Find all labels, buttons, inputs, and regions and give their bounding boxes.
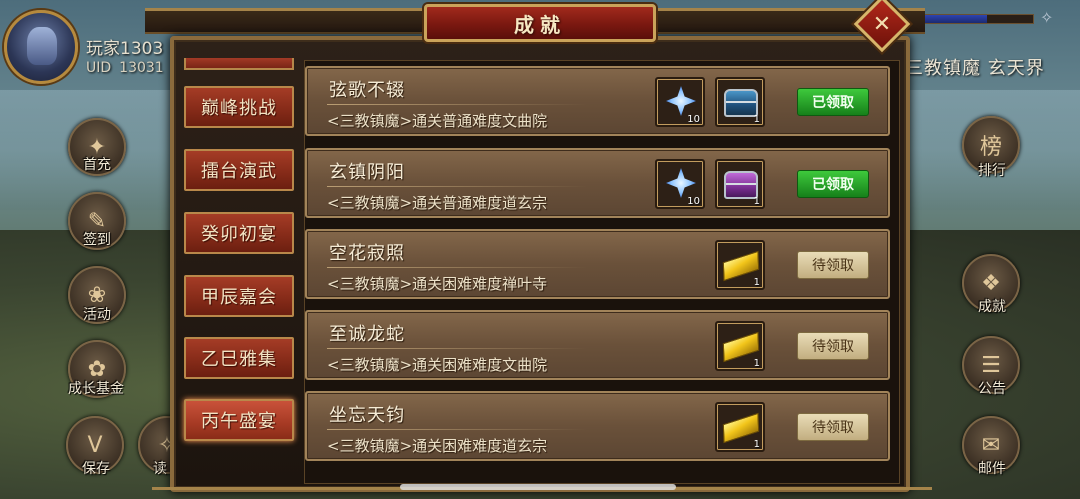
category-tab-guimao[interactable]: 癸卯初宴 (184, 212, 294, 254)
reward-item[interactable]: 1 (715, 77, 765, 127)
mail-label: 邮件 (978, 461, 1006, 477)
claimed-status-button[interactable]: 已领取 (797, 170, 869, 198)
scroll-indicator[interactable] (400, 484, 676, 490)
category-tab-jiachen[interactable]: 甲辰嘉会 (184, 275, 294, 317)
close-icon: ✕ (872, 11, 892, 37)
achievement-title: 坐忘天钧 (329, 405, 405, 426)
ranking-icon: 榜 (979, 135, 1002, 160)
achievement-description: <三教镇魔>通关困难难度文曲院 (327, 356, 548, 374)
achievement-description: <三教镇魔>通关普通难度道玄宗 (327, 194, 548, 212)
category-tab-yisi[interactable]: 乙巳雅集 (184, 337, 294, 379)
reward-count: 1 (753, 439, 760, 450)
announcement-label: 公告 (978, 381, 1006, 397)
reward-item[interactable]: 1 (715, 159, 765, 209)
pending-claim-button[interactable]: 待领取 (797, 413, 869, 441)
save-icon: V (87, 432, 103, 458)
reward-item[interactable]: 10 (655, 159, 705, 209)
first-recharge-label: 首充 (83, 157, 111, 173)
blue-chest-icon (724, 89, 758, 117)
reward-count: 1 (753, 114, 760, 125)
activity-label: 活动 (83, 307, 111, 323)
announcement-icon: ☰ (981, 352, 1001, 378)
reward-count: 1 (753, 277, 760, 288)
category-tab-label: 乙巳雅集 (201, 349, 277, 370)
wing-right-icon: ✧ (1040, 8, 1054, 27)
sign-in-label: 签到 (83, 232, 111, 248)
achievement-row: 至诚龙蛇 <三教镇魔>通关困难难度文曲院 1 待领取 (305, 310, 890, 380)
divider (327, 186, 587, 187)
category-tab-label: 擂台演武 (201, 161, 277, 182)
reward-count: 10 (687, 114, 700, 125)
panel-title: 成就 (514, 12, 566, 37)
crystal-icon (666, 86, 696, 116)
panel-title-plaque: 成就 (424, 4, 656, 42)
divider (327, 267, 587, 268)
location-title: 三教镇魔 玄天界 (905, 58, 1045, 79)
achievement-title: 至诚龙蛇 (329, 324, 405, 345)
mail-icon: ✉ (981, 432, 1001, 458)
growth-fund-label: 成长基金 (68, 381, 124, 397)
purple-chest-icon (724, 171, 758, 199)
achievement-row: 空花寂照 <三教镇魔>通关困难难度禅叶寺 1 待领取 (305, 229, 890, 299)
reward-item[interactable]: 10 (655, 77, 705, 127)
achievement-title: 空花寂照 (329, 243, 405, 264)
category-tab-label: 甲辰嘉会 (201, 287, 277, 308)
pending-claim-button[interactable]: 待领取 (797, 332, 869, 360)
achievement-title: 弦歌不辍 (329, 80, 405, 101)
category-tab-partial[interactable] (184, 58, 294, 70)
achievement-icon: ❖ (981, 270, 1001, 296)
pending-claim-button[interactable]: 待领取 (797, 251, 869, 279)
achievement-row: 玄镇阴阳 <三教镇魔>通关普通难度道玄宗 10 1 已领取 (305, 148, 890, 218)
category-tab-label: 丙午盛宴 (201, 411, 277, 432)
category-tab-label: 癸卯初宴 (201, 224, 277, 245)
player-avatar[interactable] (4, 10, 78, 84)
reward-count: 1 (753, 358, 760, 369)
achievement-description: <三教镇魔>通关普通难度文曲院 (327, 112, 548, 130)
reward-item[interactable]: 1 (715, 321, 765, 371)
crystal-icon (666, 168, 696, 198)
reward-count: 1 (753, 196, 760, 207)
uid-label: UID (86, 60, 112, 76)
ranking-label: 排行 (978, 163, 1006, 179)
achievement-title: 玄镇阴阳 (329, 162, 405, 183)
achievement-description: <三教镇魔>通关困难难度道玄宗 (327, 437, 548, 455)
player-uid: UID 13031 (86, 60, 164, 76)
divider (327, 348, 587, 349)
achievement-row: 坐忘天钧 <三教镇魔>通关困难难度道玄宗 1 待领取 (305, 391, 890, 461)
claimed-status-button[interactable]: 已领取 (797, 88, 869, 116)
category-tab-arena[interactable]: 擂台演武 (184, 149, 294, 191)
divider (327, 104, 587, 105)
reward-count: 10 (687, 196, 700, 207)
achievement-description: <三教镇魔>通关困难难度禅叶寺 (327, 275, 548, 293)
category-tab-bingwu[interactable]: 丙午盛宴 (184, 399, 294, 441)
reward-item[interactable]: 1 (715, 240, 765, 290)
achievement-row: 弦歌不辍 <三教镇魔>通关普通难度文曲院 10 1 已领取 (305, 66, 890, 136)
achievement-label: 成就 (978, 299, 1006, 315)
category-tab-peak-challenge[interactable]: 巅峰挑战 (184, 86, 294, 128)
divider (327, 429, 587, 430)
reward-item[interactable]: 1 (715, 402, 765, 452)
uid-value: 13031 (119, 60, 164, 76)
category-tab-label: 巅峰挑战 (201, 98, 277, 119)
player-name: 玩家1303 (86, 39, 164, 59)
